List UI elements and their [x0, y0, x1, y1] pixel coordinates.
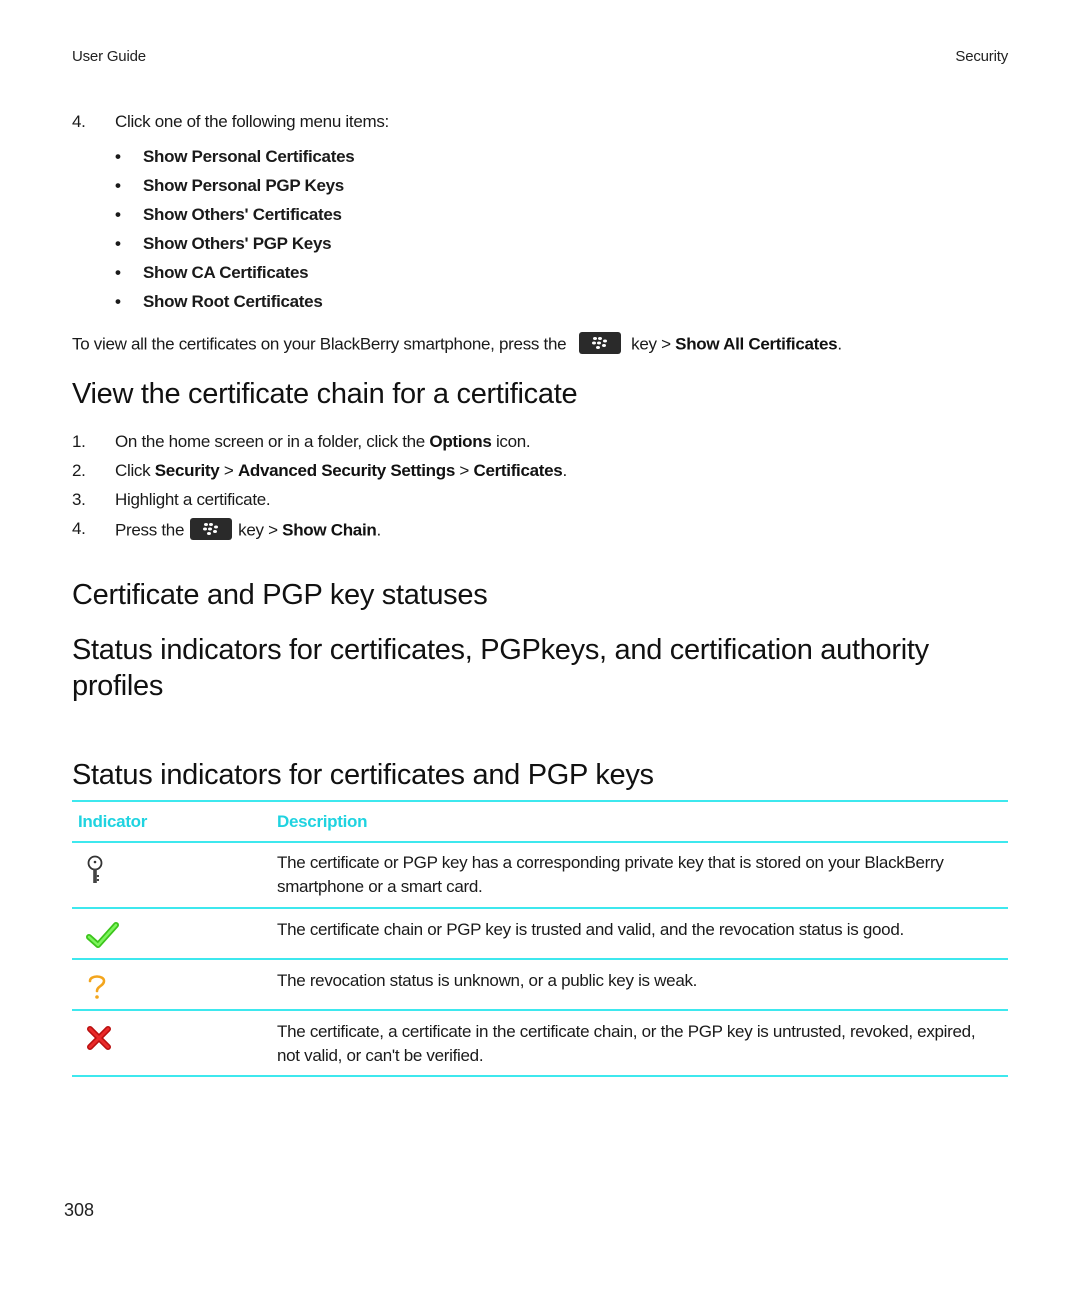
step-text: On the home screen or in a folder, click…: [115, 432, 531, 452]
step-text: Press the key > Show Chain.: [115, 518, 381, 542]
security-label: Security: [154, 461, 220, 480]
certificates-label: Certificates: [473, 461, 563, 480]
row-divider: [72, 907, 1008, 909]
step-text-part: icon.: [491, 432, 531, 451]
blackberry-menu-key-icon: [578, 332, 621, 354]
show-all-certificates-command: Show All Certificates: [675, 334, 838, 354]
step-text-part: Click: [115, 461, 155, 480]
row-description: The revocation status is unknown, or a p…: [277, 971, 698, 990]
row-divider: [72, 1009, 1008, 1011]
bullet-icon: •: [115, 205, 121, 224]
step-text-part: On the home screen or in a folder, click…: [115, 432, 430, 451]
column-header-indicator: Indicator: [78, 812, 148, 831]
options-label: Options: [429, 432, 492, 451]
step-text: Highlight a certificate.: [115, 490, 271, 509]
step-text: Click Security > Advanced Security Setti…: [115, 461, 567, 481]
view-all-prefix: To view all the certificates on your Bla…: [72, 334, 567, 354]
step-number: 2.: [72, 461, 86, 480]
section-heading-table: Status indicators for certificates and P…: [72, 759, 654, 791]
table-header-rule: [72, 841, 1008, 843]
menu-item-label: Show Others' Certificates: [143, 205, 342, 224]
period: .: [837, 334, 842, 354]
section-heading-status-indicators: Status indicators for certificates, PGPk…: [72, 634, 929, 702]
table-bottom-rule: [72, 1075, 1008, 1077]
section-heading-certificate-chain: View the certificate chain for a certifi…: [72, 378, 578, 410]
menu-item-label: Show Personal PGP Keys: [143, 176, 344, 195]
step-number: 4.: [72, 112, 86, 131]
blackberry-menu-key-icon: [190, 518, 233, 540]
view-all-key-suffix: key >: [631, 334, 671, 354]
step-text: Click one of the following menu items:: [115, 112, 389, 131]
step-text-part: .: [562, 461, 567, 480]
row-description: The certificate, a certificate in the ce…: [277, 1022, 976, 1065]
menu-item-label: Show CA Certificates: [143, 263, 309, 282]
row-description: The certificate or PGP key has a corresp…: [277, 853, 944, 896]
show-chain-label: Show Chain: [282, 520, 377, 540]
separator: >: [454, 461, 474, 480]
question-mark-icon: [85, 972, 109, 1007]
menu-item-label: Show Others' PGP Keys: [143, 234, 332, 253]
step-number: 4.: [72, 519, 86, 538]
key-icon: [84, 855, 106, 890]
step-text-part: Press the: [115, 520, 185, 540]
checkmark-icon: [86, 920, 120, 955]
advanced-security-settings-label: Advanced Security Settings: [237, 461, 455, 480]
table-top-rule: [72, 800, 1008, 802]
row-divider: [72, 958, 1008, 960]
red-x-icon: [85, 1024, 113, 1057]
step-text-part: .: [376, 520, 381, 540]
separator: >: [219, 461, 238, 480]
row-description: The certificate chain or PGP key is trus…: [277, 920, 904, 939]
bullet-icon: •: [115, 147, 121, 166]
step-number: 1.: [72, 432, 86, 451]
step-text-part: key >: [238, 520, 278, 540]
header-guide-title: User Guide: [72, 48, 146, 65]
menu-item-label: Show Personal Certificates: [143, 147, 355, 166]
bullet-icon: •: [115, 176, 121, 195]
column-header-description: Description: [277, 812, 368, 831]
bullet-icon: •: [115, 234, 121, 253]
step-number: 3.: [72, 490, 86, 509]
menu-item-label: Show Root Certificates: [143, 292, 323, 311]
section-heading-statuses: Certificate and PGP key statuses: [72, 579, 488, 611]
page-number: 308: [64, 1200, 95, 1220]
bullet-icon: •: [115, 263, 121, 282]
bullet-icon: •: [115, 292, 121, 311]
header-section-title: Security: [955, 48, 1008, 65]
view-all-paragraph: To view all the certificates on your Bla…: [72, 332, 842, 356]
